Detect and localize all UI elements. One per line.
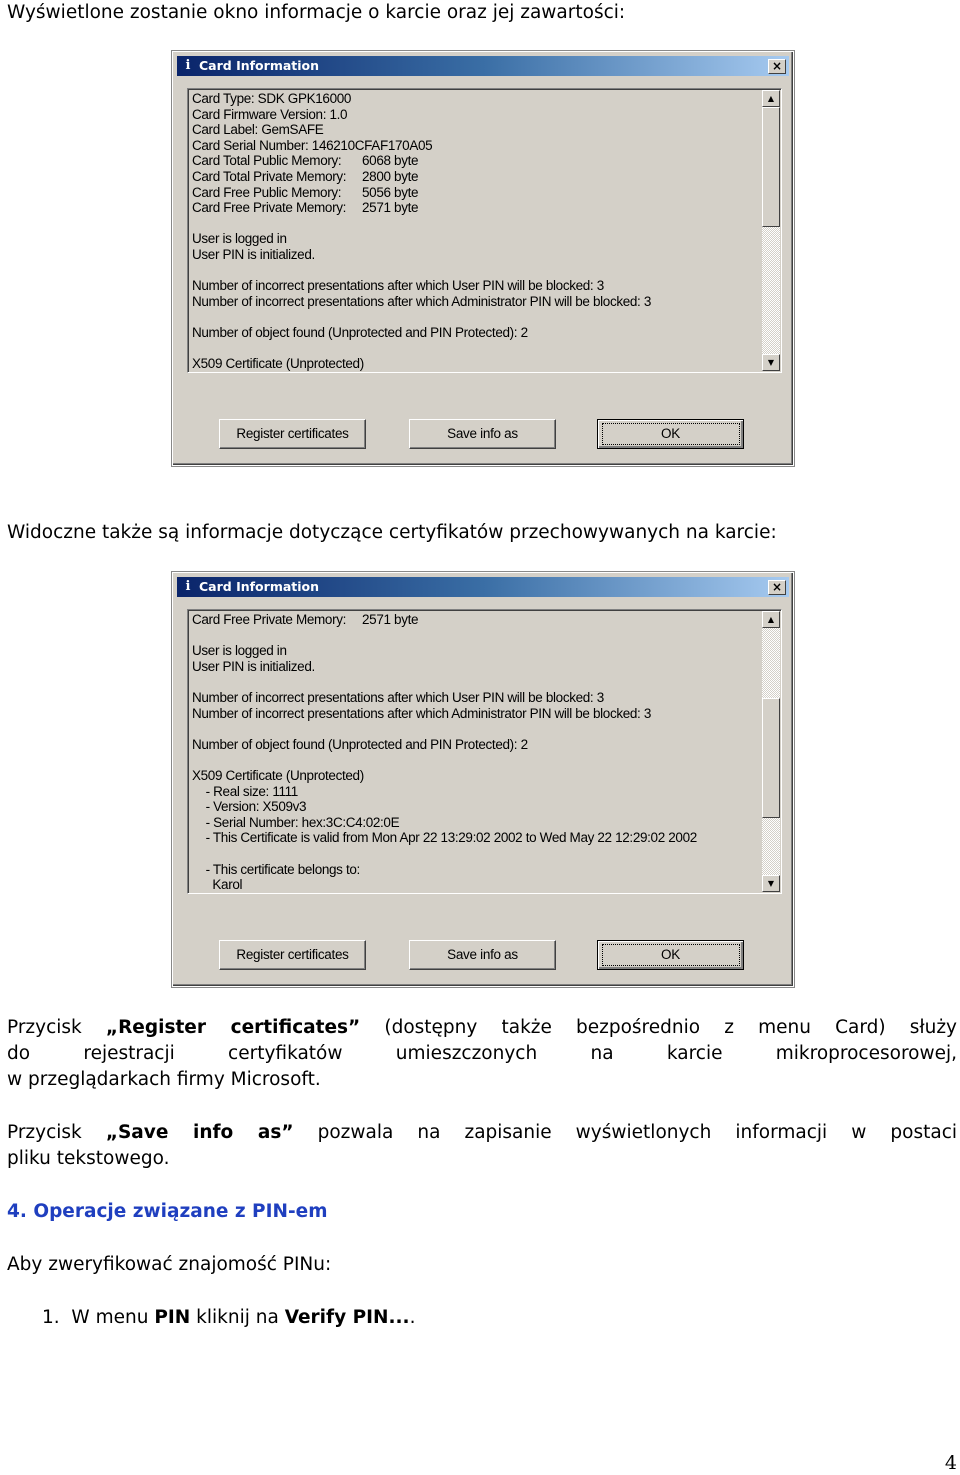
info-text-area[interactable]: Card Free Private Memory: 2571 byte User i… [187,609,782,894]
intro-text-2: Widoczne także są informacje dotyczące c… [7,522,777,543]
paragraph-register-line-2: do rejestracji certyfikatów umieszczonyc… [7,1043,957,1064]
info-line: - Real size: 1111 [192,783,299,799]
info-line: Number of incorrect presentations after … [192,705,652,721]
scroll-down-arrow-icon[interactable]: ▼ [762,354,780,371]
ok-button[interactable]: OK [597,940,744,970]
ok-button[interactable]: OK [597,419,744,449]
info-icon: i [185,58,191,73]
card-information-dialog: i Card Information × Card Type: SDK GPK1… [172,51,794,466]
info-line: Number of object found (Unprotected and … [192,736,528,752]
info-line: Number of incorrect presentations after … [192,689,604,705]
intro-text-1: Wyświetlone zostanie okno informacje o k… [7,2,626,23]
info-line [192,216,651,232]
dialog-title: Card Information [199,58,320,73]
save-info-as-button[interactable]: Save info as [409,940,556,970]
title-bar: i Card Information × [177,56,789,76]
paragraph-verify-pin: Aby zweryfikować znajomość PINu: [7,1254,332,1275]
info-line: Card Total Public Memory: 6068 byte [192,153,419,169]
info-line: Card Free Private Memory: 2571 byte [192,612,419,627]
section-heading: 4. Operacje związane z PIN-em [7,1201,328,1222]
info-line: Number of incorrect presentations after … [192,278,604,294]
info-line: Number of incorrect presentations after … [192,293,652,309]
info-line: Karol [192,877,243,893]
list-item: 1. W menu PIN kliknij na Verify PIN.... [42,1307,416,1328]
info-line: Card Free Public Memory: 5056 byte [192,184,419,200]
info-line: User PIN is initialized. [192,658,315,674]
paragraph-register-line-1: Przycisk „Register certificates” (dostęp… [7,1017,957,1038]
info-line: User is logged in [192,231,287,247]
info-line [192,846,697,862]
scrollbar-thumb[interactable] [762,697,780,818]
save-info-as-button[interactable]: Save info as [409,419,556,449]
info-line: User PIN is initialized. [192,246,315,262]
card-information-dialog-certificates: i Card Information × Card Free Private M… [172,572,794,987]
info-line: Card Free Private Memory: 2571 byte [192,200,419,216]
dialog-title: Card Information [199,579,320,594]
vertical-scrollbar[interactable]: ▲ ▼ [762,611,780,892]
vertical-scrollbar[interactable]: ▲ ▼ [762,90,780,371]
info-text-area[interactable]: Card Type: SDK GPK16000 Card Firmware Ver… [187,88,782,373]
scroll-up-arrow-icon[interactable]: ▲ [762,90,780,107]
info-line: - This Certificate is valid from Mon Apr… [192,830,698,846]
info-line: Card Firmware Version: 1.0 [192,106,348,122]
info-line: Card Serial Number: 146210CFAF170A05 [192,137,433,153]
register-certificates-button[interactable]: Register certificates [219,419,366,449]
info-line [192,309,651,325]
info-line: Number of object found (Unprotected and … [192,324,528,340]
info-lines: Card Type: SDK GPK16000 Card Firmware Ver… [192,91,651,372]
info-line [192,263,651,279]
info-line: Card Total Private Memory: 2800 byte [192,168,419,184]
scroll-up-arrow-icon[interactable]: ▲ [762,611,780,628]
scrollbar-thumb[interactable] [762,107,780,227]
scroll-down-arrow-icon[interactable]: ▼ [762,875,780,892]
info-line [192,752,697,768]
info-line [192,628,697,644]
close-button[interactable]: × [768,59,786,74]
info-line: - This certificate belongs to: [192,861,361,877]
info-line: Card Type: SDK GPK16000 [192,91,352,106]
info-line: User is logged in [192,643,287,659]
info-line: X509 Certificate (Unprotected) [192,767,364,783]
info-line: - Serial Number: hex:3C:C4:02:0E [192,814,400,830]
paragraph-save-line-2: pliku tekstowego. [7,1148,170,1169]
info-line [192,341,651,357]
info-lines: Card Free Private Memory: 2571 byte User i… [192,612,697,893]
register-certificates-button[interactable]: Register certificates [219,940,366,970]
paragraph-register-line-3: w przeglądarkach firmy Microsoft. [7,1069,321,1090]
info-line: - Version: X509v3 [192,799,307,815]
page-number: 4 [944,1452,957,1474]
info-icon: i [185,579,191,594]
info-line: Card Label: GemSAFE [192,122,324,138]
title-bar: i Card Information × [177,577,789,597]
info-line [192,674,697,690]
info-line [192,721,697,737]
paragraph-save-line-1: Przycisk „Save info as” pozwala na zapis… [7,1122,958,1143]
info-line: X509 Certificate (Unprotected) [192,356,364,372]
close-button[interactable]: × [768,580,786,595]
